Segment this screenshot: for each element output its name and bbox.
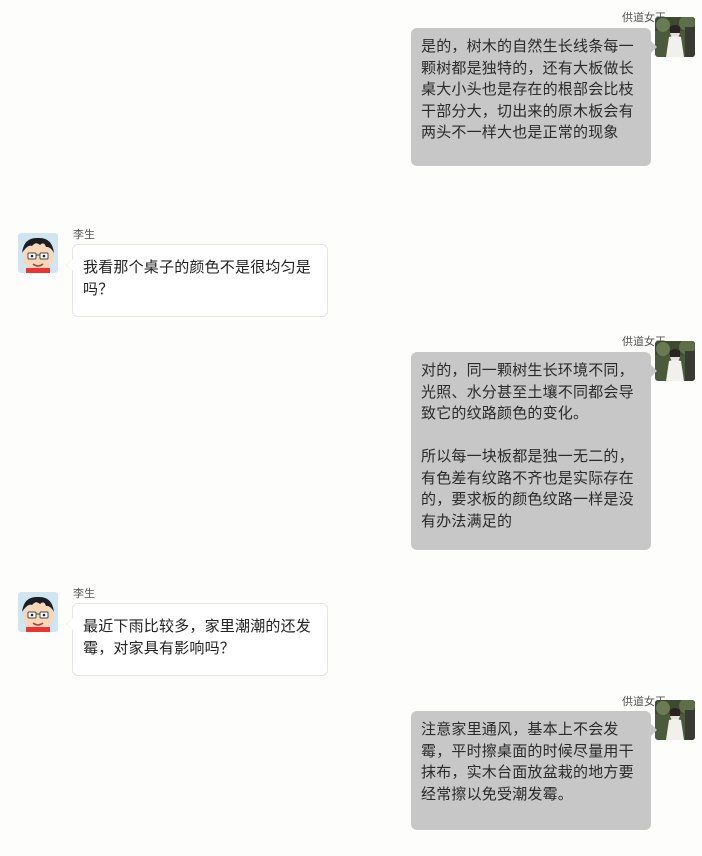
sender-name: 李生 [73,228,95,241]
message-bubble-right[interactable]: 对的，同一颗树生长环境不同，光照、水分甚至土壤不同都会导致它的纹路颜色的变化。 … [411,352,657,550]
cartoon-boy-avatar-icon[interactable] [18,233,58,273]
chat-window: 供道女王 是的，树木的自然生长线条每一颗树都是独特的，还有大板做长桌大小头也是存… [0,0,702,856]
sender-name: 李生 [73,587,95,600]
message-bubble-right[interactable]: 是的，树木的自然生长线条每一颗树都是独特的，还有大板做长桌大小头也是存在的根部会… [411,28,657,166]
message-bubble-right[interactable]: 注意家里通风，基本上不会发霉，平时擦桌面的时候尽量用干抹布，实木台面放盆栽的地方… [411,711,657,830]
seller-photo-avatar-icon[interactable] [655,341,695,381]
seller-photo-avatar-icon[interactable] [655,700,695,740]
seller-photo-avatar-icon[interactable] [655,17,695,57]
message-bubble-left[interactable]: 我看那个桌子的颜色不是很均匀是吗？ [66,244,328,317]
message-bubble-left[interactable]: 最近下雨比较多，家里潮潮的还发霉，对家具有影响吗？ [66,603,328,676]
cartoon-boy-avatar-icon[interactable] [18,592,58,632]
